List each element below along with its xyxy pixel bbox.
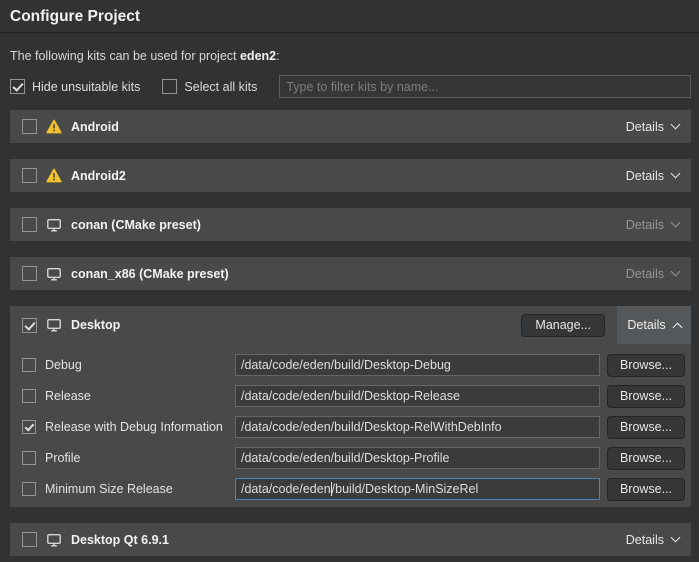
kit-checkbox[interactable] xyxy=(22,217,37,232)
config-row-debug: Debug Browse... xyxy=(22,354,685,376)
kit-checkbox[interactable] xyxy=(22,119,37,134)
kit-name: Desktop Qt 6.9.1 xyxy=(71,533,169,547)
build-dir-input[interactable] xyxy=(235,416,600,438)
build-dir-input[interactable] xyxy=(235,447,600,469)
build-dir-input[interactable]: /data/code/eden/build/Desktop-MinSizeRel xyxy=(235,478,600,500)
intro-suffix: : xyxy=(276,49,279,63)
manage-button[interactable]: Manage... xyxy=(521,314,605,337)
config-row-minsizerel: Minimum Size Release /data/code/eden/bui… xyxy=(22,478,685,500)
kit-icon-slot xyxy=(46,317,62,333)
build-config-area: Debug Browse... Release Browse... Releas… xyxy=(10,344,691,507)
chevron-down-icon xyxy=(671,533,681,543)
desktop-icon xyxy=(46,532,62,548)
warning-icon xyxy=(46,168,62,183)
desktop-icon xyxy=(46,266,62,282)
kit-checkbox[interactable] xyxy=(22,168,37,183)
details-toggle[interactable]: Details xyxy=(617,306,691,344)
details-label: Details xyxy=(626,120,664,134)
kit-name: conan_x86 (CMake preset) xyxy=(71,267,229,281)
filter-bar: Hide unsuitable kits Select all kits xyxy=(10,75,691,98)
details-toggle: Details xyxy=(624,218,681,232)
config-row-relwithdebinfo: Release with Debug Information Browse... xyxy=(22,416,685,438)
config-row-profile: Profile Browse... xyxy=(22,447,685,469)
kit-name: Android2 xyxy=(71,169,126,183)
kit-icon-slot xyxy=(46,168,62,183)
page-title: Configure Project xyxy=(10,7,689,26)
chevron-down-icon xyxy=(671,120,681,130)
details-toggle[interactable]: Details xyxy=(624,533,681,547)
config-checkbox[interactable] xyxy=(22,389,36,403)
config-label: Profile xyxy=(45,451,80,465)
details-toggle: Details xyxy=(624,267,681,281)
desktop-icon xyxy=(46,317,62,333)
details-toggle[interactable]: Details xyxy=(624,169,681,183)
kit-row-desktop: Desktop Manage... xyxy=(10,306,691,344)
hide-unsuitable-group: Hide unsuitable kits xyxy=(10,79,140,94)
filter-input[interactable] xyxy=(279,75,691,98)
project-name: eden2 xyxy=(240,49,276,63)
warning-icon xyxy=(46,119,62,134)
kit-icon-slot xyxy=(46,217,62,233)
kit-icon-slot xyxy=(46,532,62,548)
desktop-icon xyxy=(46,217,62,233)
kit-checkbox[interactable] xyxy=(22,266,37,281)
hide-unsuitable-checkbox[interactable] xyxy=(10,79,25,94)
chevron-up-icon xyxy=(672,322,682,332)
config-label: Debug xyxy=(45,358,82,372)
config-checkbox[interactable] xyxy=(22,358,36,372)
kit-name: conan (CMake preset) xyxy=(71,218,201,232)
kit-row-conan: conan (CMake preset) Details xyxy=(10,208,691,241)
kit-checkbox[interactable] xyxy=(22,532,37,547)
config-row-release: Release Browse... xyxy=(22,385,685,407)
kit-name: Desktop xyxy=(71,318,120,332)
browse-button[interactable]: Browse... xyxy=(607,478,685,501)
details-label: Details xyxy=(626,533,664,547)
details-label: Details xyxy=(627,318,665,332)
intro-text: The following kits can be used for proje… xyxy=(10,49,689,63)
browse-button[interactable]: Browse... xyxy=(607,416,685,439)
kit-row-conan-x86: conan_x86 (CMake preset) Details xyxy=(10,257,691,290)
browse-button[interactable]: Browse... xyxy=(607,385,685,408)
config-checkbox[interactable] xyxy=(22,451,36,465)
intro-prefix: The following kits can be used for proje… xyxy=(10,49,240,63)
chevron-down-icon xyxy=(671,267,681,277)
kit-checkbox[interactable] xyxy=(22,318,37,333)
chevron-down-icon xyxy=(671,218,681,228)
kit-panel-desktop: Desktop Manage... Details Debug Browse..… xyxy=(10,306,691,507)
hide-unsuitable-label: Hide unsuitable kits xyxy=(32,80,140,94)
kit-icon-slot xyxy=(46,266,62,282)
details-label: Details xyxy=(626,169,664,183)
build-dir-input[interactable] xyxy=(235,385,600,407)
select-all-group: Select all kits xyxy=(162,79,257,94)
page-header: Configure Project xyxy=(0,0,699,33)
config-label: Release xyxy=(45,389,91,403)
kit-row-desktop-qt: Desktop Qt 6.9.1 Details xyxy=(10,523,691,556)
build-dir-input[interactable] xyxy=(235,354,600,376)
config-label: Minimum Size Release xyxy=(45,482,173,496)
details-label: Details xyxy=(626,218,664,232)
kit-icon-slot xyxy=(46,119,62,134)
browse-button[interactable]: Browse... xyxy=(607,354,685,377)
kit-list: Android Details Android2 Details conan (… xyxy=(10,110,691,556)
config-label: Release with Debug Information xyxy=(45,420,223,434)
details-toggle[interactable]: Details xyxy=(624,120,681,134)
browse-button[interactable]: Browse... xyxy=(607,447,685,470)
kit-name: Android xyxy=(71,120,119,134)
config-checkbox[interactable] xyxy=(22,420,36,434)
details-label: Details xyxy=(626,267,664,281)
kit-row-android: Android Details xyxy=(10,110,691,143)
kit-row-android2: Android2 Details xyxy=(10,159,691,192)
config-checkbox[interactable] xyxy=(22,482,36,496)
select-all-label: Select all kits xyxy=(184,80,257,94)
chevron-down-icon xyxy=(671,169,681,179)
select-all-checkbox[interactable] xyxy=(162,79,177,94)
